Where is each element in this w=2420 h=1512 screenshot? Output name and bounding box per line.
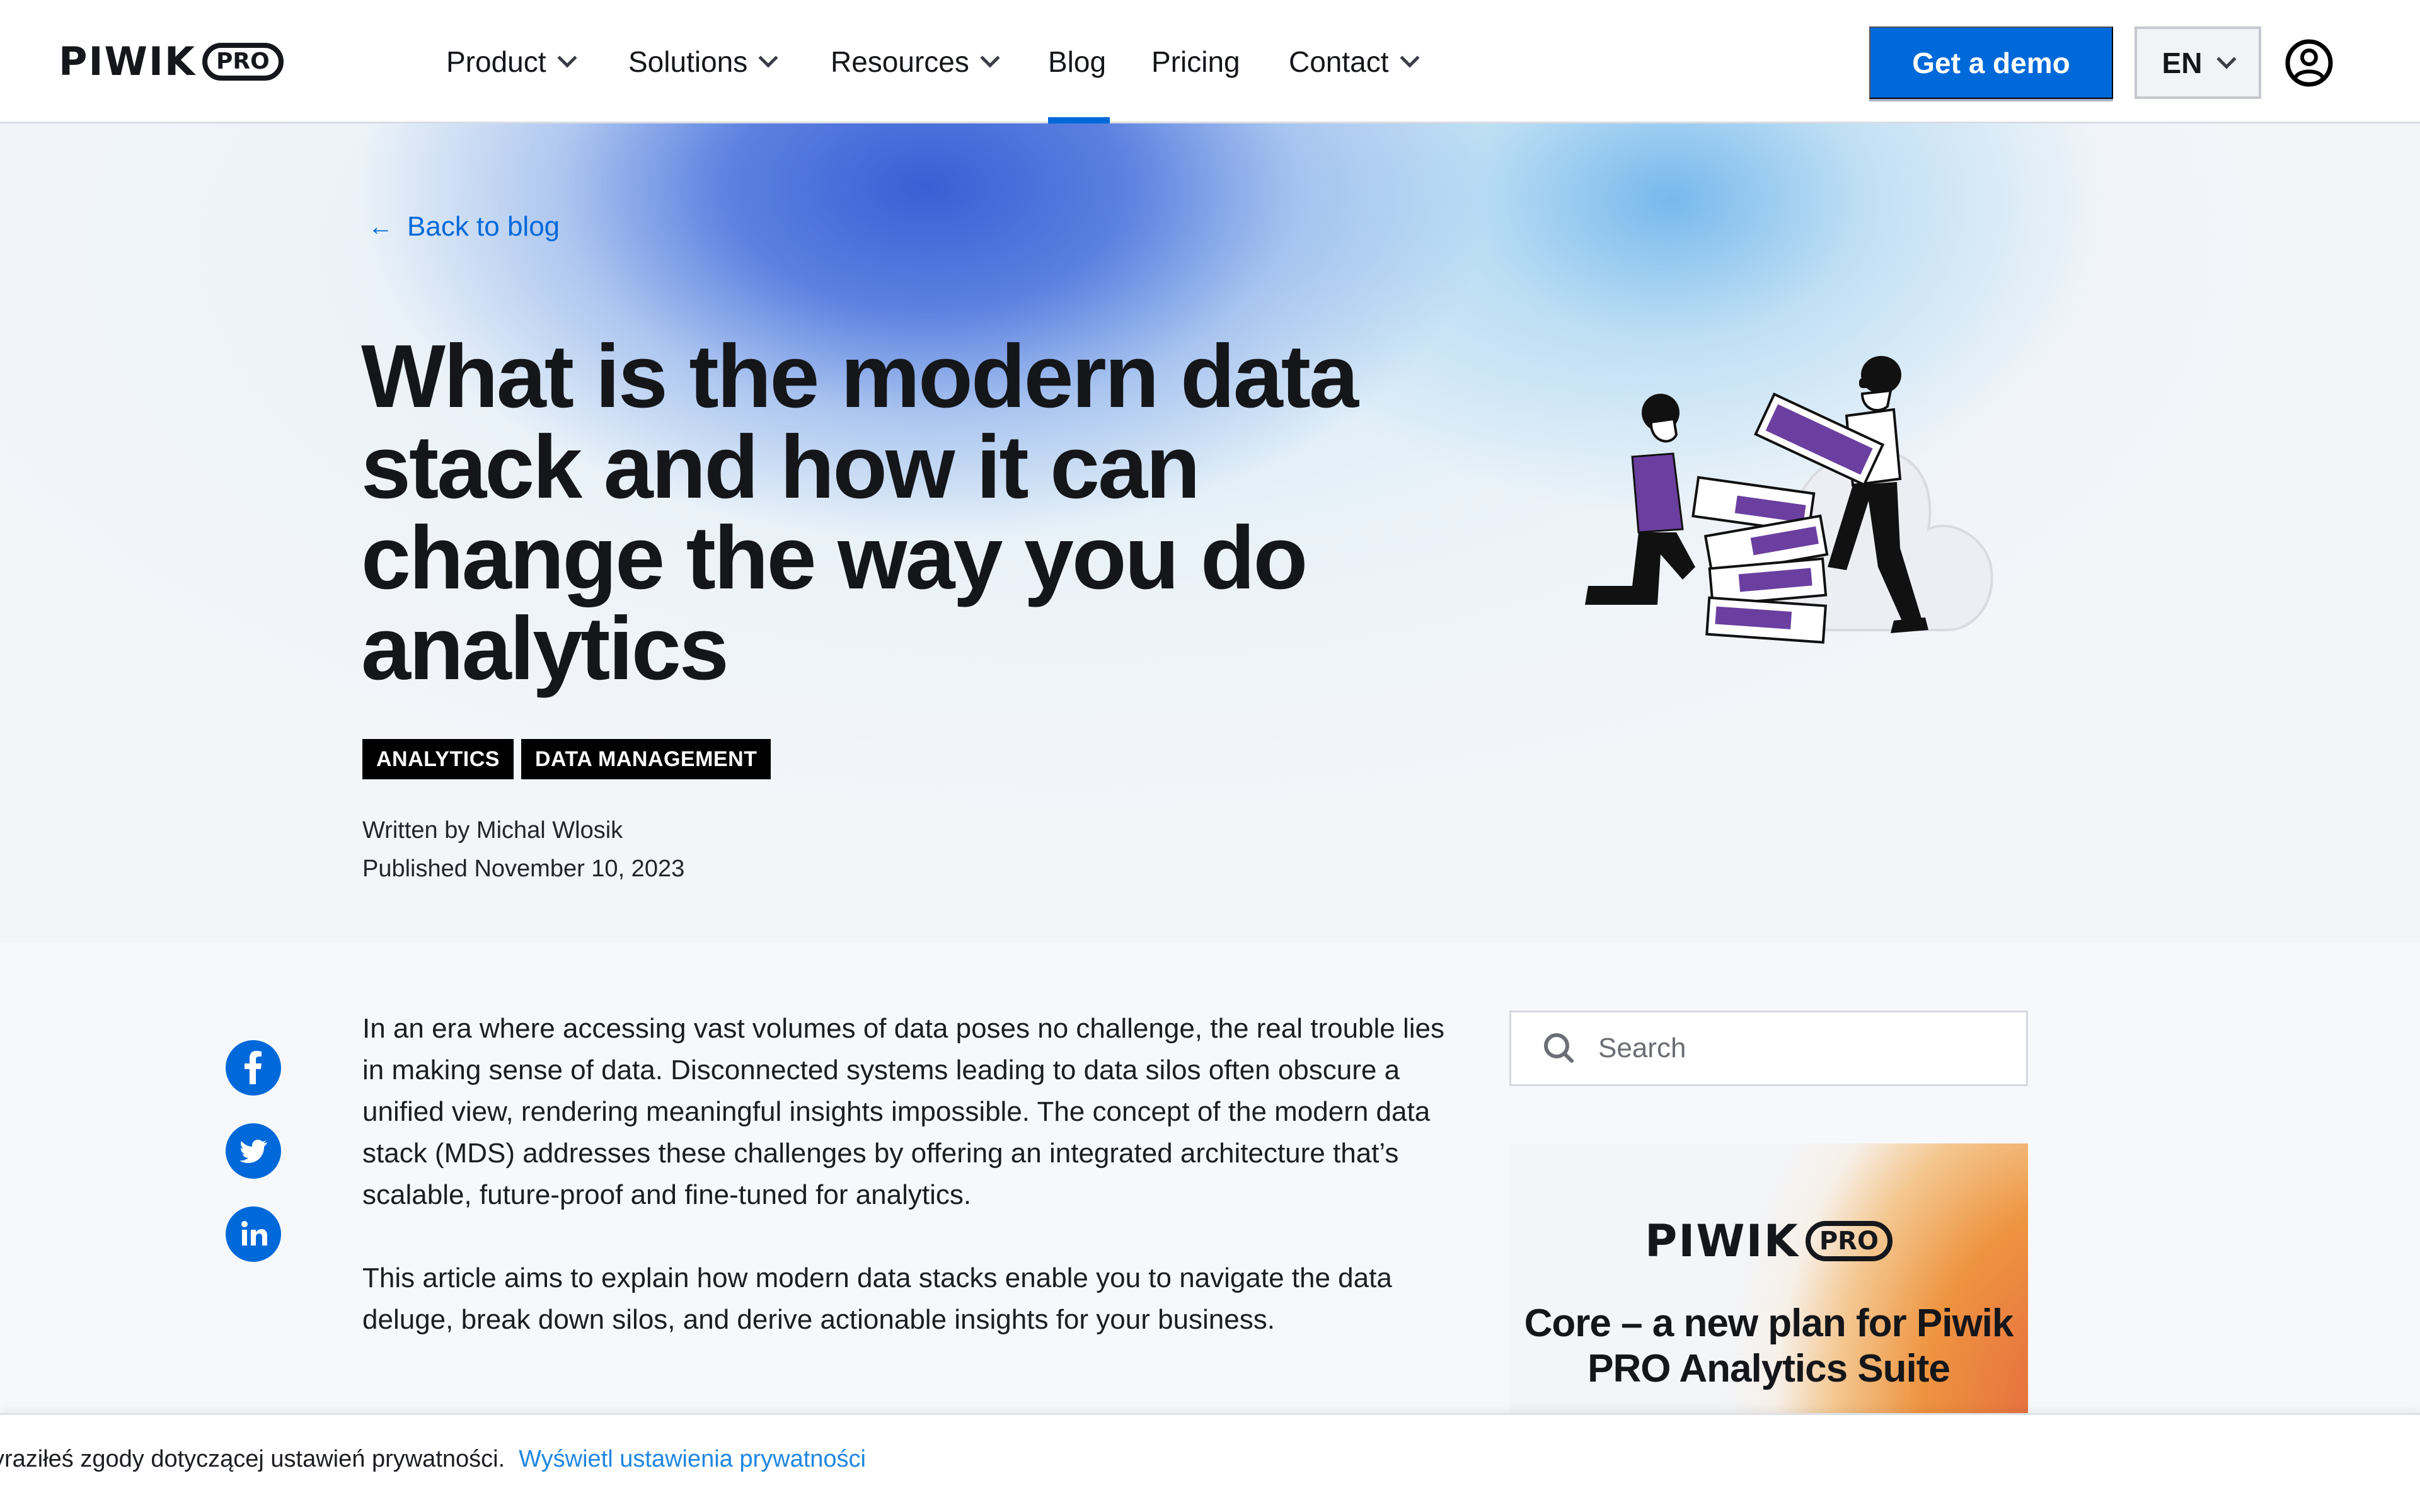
twitter-icon bbox=[239, 1140, 267, 1163]
blog-search-input[interactable]: Search bbox=[1509, 1011, 2028, 1086]
tag-data-management[interactable]: DATA MANAGEMENT bbox=[521, 739, 771, 779]
promo-card-core-plan[interactable]: PIWIK PRO Core – a new plan for Piwik PR… bbox=[1509, 1143, 2028, 1433]
privacy-consent-text: yraziłeś zgody dotyczącej ustawień prywa… bbox=[0, 1446, 866, 1473]
share-facebook-button[interactable] bbox=[226, 1040, 281, 1096]
back-to-blog-label: Back to blog bbox=[407, 211, 560, 242]
promo-piwik-pro-logo: PIWIK PRO bbox=[1509, 1219, 2028, 1263]
privacy-consent-message: yraziłeś zgody dotyczącej ustawień prywa… bbox=[0, 1446, 505, 1472]
share-linkedin-button[interactable] bbox=[226, 1206, 281, 1262]
nav-solutions-label: Solutions bbox=[628, 45, 748, 78]
nav-resources[interactable]: Resources bbox=[831, 42, 1000, 82]
user-circle-icon[interactable] bbox=[2284, 38, 2334, 88]
nav-pricing[interactable]: Pricing bbox=[1151, 42, 1240, 82]
hero-illustration bbox=[1585, 356, 1993, 644]
nav-resources-label: Resources bbox=[831, 45, 969, 78]
nav-pricing-label: Pricing bbox=[1151, 45, 1240, 78]
chevron-down-icon bbox=[758, 48, 778, 68]
view-privacy-settings-link[interactable]: Wyświetl ustawienia prywatności bbox=[519, 1446, 866, 1472]
language-label: EN bbox=[2162, 46, 2203, 79]
article-tags: ANALYTICS DATA MANAGEMENT bbox=[362, 739, 771, 779]
author-line: Written by Michal Wlosik bbox=[362, 817, 623, 844]
article-paragraph: In an era where accessing vast volumes o… bbox=[362, 1013, 1445, 1210]
nav-contact[interactable]: Contact bbox=[1289, 42, 1420, 82]
server-stack bbox=[1691, 476, 1829, 644]
nav-blog[interactable]: Blog bbox=[1048, 42, 1106, 82]
language-selector[interactable]: EN bbox=[2135, 26, 2261, 99]
nav-active-indicator bbox=[1048, 117, 1110, 123]
chevron-down-icon bbox=[2216, 49, 2237, 69]
search-placeholder: Search bbox=[1598, 1033, 1686, 1063]
site-header: PIWIK PRO Product Solutions Resources Bl… bbox=[0, 0, 2420, 123]
tag-analytics[interactable]: ANALYTICS bbox=[362, 739, 514, 779]
nav-blog-label: Blog bbox=[1048, 45, 1107, 78]
privacy-consent-bar: yraziłeś zgody dotyczącej ustawień prywa… bbox=[0, 1413, 2420, 1512]
chevron-down-icon bbox=[556, 48, 577, 68]
article-body: In an era where accessing vast volumes o… bbox=[362, 1008, 1459, 1382]
back-to-blog-link[interactable]: ← Back to blog bbox=[368, 211, 560, 243]
nav-product-label: Product bbox=[446, 45, 546, 78]
arrow-left-icon: ← bbox=[368, 212, 393, 241]
linkedin-icon bbox=[241, 1221, 267, 1246]
article-paragraph: This article aims to explain how modern … bbox=[362, 1263, 1392, 1335]
nav-product[interactable]: Product bbox=[446, 42, 577, 82]
nav-solutions[interactable]: Solutions bbox=[628, 42, 778, 82]
chevron-down-icon bbox=[1399, 48, 1420, 68]
chevron-down-icon bbox=[980, 48, 1000, 68]
logo-pro-pill: PRO bbox=[202, 43, 284, 81]
promo-logo-pro-pill: PRO bbox=[1805, 1221, 1893, 1261]
promo-logo-wordmark: PIWIK bbox=[1645, 1215, 1799, 1267]
kneeling-person bbox=[1585, 394, 1695, 605]
published-date: Published November 10, 2023 bbox=[362, 856, 685, 882]
nav-contact-label: Contact bbox=[1289, 45, 1389, 78]
piwik-pro-logo[interactable]: PIWIK PRO bbox=[59, 42, 284, 82]
article-title: What is the modern data stack and how it… bbox=[361, 326, 1359, 699]
logo-wordmark: PIWIK bbox=[59, 38, 197, 84]
get-a-demo-button[interactable]: Get a demo bbox=[1869, 26, 2113, 99]
article-meta: Written by Michal Wlosik Published Novem… bbox=[362, 811, 684, 888]
share-twitter-button[interactable] bbox=[226, 1123, 281, 1179]
search-icon bbox=[1544, 1033, 1574, 1063]
facebook-icon bbox=[245, 1051, 262, 1084]
promo-title: Core – a new plan for Piwik PRO Analytic… bbox=[1524, 1302, 2014, 1390]
